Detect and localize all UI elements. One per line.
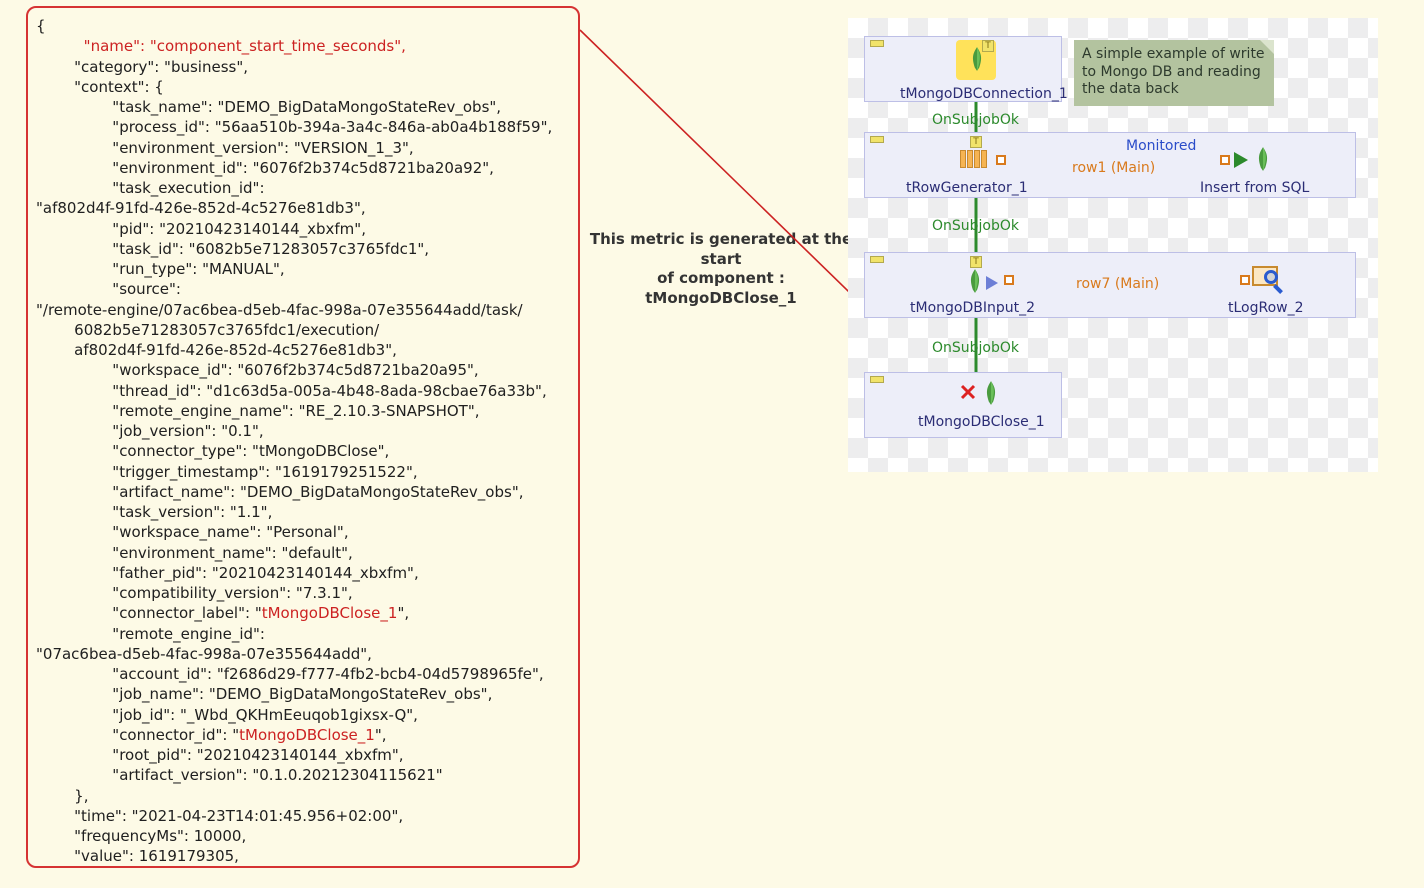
json-line: "father_pid": "20210423140144_xbxfm",: [36, 564, 419, 582]
json-line: {: [36, 17, 46, 35]
arrow-right-icon: [986, 276, 998, 290]
component-label: tRowGenerator_1: [906, 180, 1028, 196]
json-line: "run_type": "MANUAL",: [36, 260, 285, 278]
mongodb-leaf-icon: [962, 268, 988, 294]
json-line: ",: [397, 604, 409, 622]
annotation-text: This metric is generated at the start of…: [586, 230, 856, 308]
json-line: "compatibility_version": "7.3.1",: [36, 584, 353, 602]
job-design-canvas[interactable]: T tMongoDBConnection_1 A simple example …: [848, 18, 1378, 472]
json-line: "environment_name": "default",: [36, 544, 353, 562]
mongodb-leaf-icon: [1250, 146, 1276, 172]
breakpoint-x-icon: [960, 384, 976, 400]
json-line: "source":: [36, 280, 181, 298]
json-line: "artifact_name": "DEMO_BigDataMongoState…: [36, 483, 524, 501]
link-label-onsubjobok: OnSubjobOk: [932, 218, 1019, 234]
json-line: ",: [375, 726, 387, 744]
json-line: 6082b5e71283057c3765fdc1/execution/: [36, 321, 379, 339]
tlogrow-icon: [1252, 266, 1282, 294]
link-label-onsubjobok: OnSubjobOk: [932, 340, 1019, 356]
json-line: "environment_id": "6076f2b374c5d8721ba20…: [36, 159, 494, 177]
arrow-right-icon: [1234, 152, 1248, 168]
json-line: "connector_id": ": [36, 726, 239, 744]
json-line: "remote_engine_name": "RE_2.10.3-SNAPSHO…: [36, 402, 479, 420]
json-line: "task_execution_id":: [36, 179, 265, 197]
json-line: "/remote-engine/07ac6bea-d5eb-4fac-998a-…: [36, 301, 523, 319]
json-line: },: [36, 787, 88, 805]
json-line: "category": "business",: [36, 58, 248, 76]
json-line: "time": "2021-04-23T14:01:45.956+02:00",: [36, 807, 403, 825]
tmongodboutput-component[interactable]: [1250, 146, 1278, 174]
collapse-toggle-icon[interactable]: [870, 376, 884, 383]
collapse-toggle-icon[interactable]: [870, 136, 884, 143]
t-badge-icon: T: [970, 136, 982, 148]
component-label: tLogRow_2: [1228, 300, 1304, 316]
json-line: "value": 1619179305,: [36, 847, 239, 865]
json-line: "artifact_version": "0.1.0.2021230411562…: [36, 766, 443, 784]
json-line: "07ac6bea-d5eb-4fac-998a-07e355644add",: [36, 645, 372, 663]
flow-port-icon: [1240, 275, 1250, 285]
json-line: "account_id": "f2686d29-f777-4fb2-bcb4-0…: [36, 665, 544, 683]
tmongodbclose-component[interactable]: [978, 380, 1006, 408]
mongodb-leaf-icon: [978, 380, 1004, 406]
rowgenerator-icon: [960, 150, 988, 168]
link-label-row7: row7 (Main): [1076, 276, 1159, 292]
json-metric-box: { "name": "component_start_time_seconds"…: [26, 6, 580, 868]
json-line: "type": "counter": [36, 868, 203, 869]
json-line-name: "name": "component_start_time_seconds",: [36, 37, 406, 55]
json-line: "job_name": "DEMO_BigDataMongoStateRev_o…: [36, 685, 492, 703]
annotation-line: This metric is generated at the start: [586, 230, 856, 269]
json-line: "thread_id": "d1c63d5a-005a-4b48-8ada-98…: [36, 382, 547, 400]
json-line: "remote_engine_id":: [36, 625, 265, 643]
collapse-toggle-icon[interactable]: [870, 256, 884, 263]
component-label: tMongoDBClose_1: [918, 414, 1045, 430]
component-label: tMongoDBConnection_1: [900, 86, 1068, 102]
json-line: "connector_label": ": [36, 604, 262, 622]
component-label: Insert from SQL: [1200, 180, 1309, 196]
json-highlight: tMongoDBClose_1: [239, 726, 375, 744]
tlogrow-component[interactable]: [1252, 266, 1280, 294]
annotation-line: of component :: [586, 269, 856, 289]
flow-port-icon: [1220, 155, 1230, 165]
json-line: "workspace_name": "Personal",: [36, 523, 349, 541]
link-label-monitored: Monitored: [1126, 138, 1196, 154]
job-note[interactable]: A simple example of write to Mongo DB an…: [1074, 40, 1274, 106]
json-line: "workspace_id": "6076f2b374c5d8721ba20a9…: [36, 361, 479, 379]
t-badge-icon: T: [982, 40, 994, 52]
json-line: "root_pid": "20210423140144_xbxfm",: [36, 746, 404, 764]
json-line: "pid": "20210423140144_xbxfm",: [36, 220, 366, 238]
json-line: "job_version": "0.1",: [36, 422, 264, 440]
json-line: "task_version": "1.1",: [36, 503, 272, 521]
json-line: "job_id": "_Wbd_QKHmEeuqob1gixsx-Q",: [36, 706, 418, 724]
annotation-line: tMongoDBClose_1: [586, 289, 856, 309]
json-line: "trigger_timestamp": "1619179251522",: [36, 463, 418, 481]
link-label-row1: row1 (Main): [1072, 160, 1155, 176]
json-line: "task_id": "6082b5e71283057c3765fdc1",: [36, 240, 429, 258]
note-text: A simple example of write to Mongo DB an…: [1082, 46, 1265, 97]
json-line: "connector_type": "tMongoDBClose",: [36, 442, 389, 460]
json-line: "context": {: [36, 78, 164, 96]
json-line: "frequencyMs": 10000,: [36, 827, 246, 845]
collapse-toggle-icon[interactable]: [870, 40, 884, 47]
link-label-onsubjobok: OnSubjobOk: [932, 112, 1019, 128]
json-highlight: tMongoDBClose_1: [262, 604, 398, 622]
json-line: "process_id": "56aa510b-394a-3a4c-846a-a…: [36, 118, 552, 136]
trowgenerator-component[interactable]: [960, 150, 988, 178]
flow-port-icon: [1004, 275, 1014, 285]
json-line: af802d4f-91fd-426e-852d-4c5276e81db3",: [36, 341, 397, 359]
json-line: "environment_version": "VERSION_1_3",: [36, 139, 414, 157]
flow-port-icon: [996, 155, 1006, 165]
json-line: "af802d4f-91fd-426e-852d-4c5276e81db3",: [36, 199, 366, 217]
component-label: tMongoDBInput_2: [910, 300, 1035, 316]
t-badge-icon: T: [970, 256, 982, 268]
json-line: "task_name": "DEMO_BigDataMongoStateRev_…: [36, 98, 501, 116]
